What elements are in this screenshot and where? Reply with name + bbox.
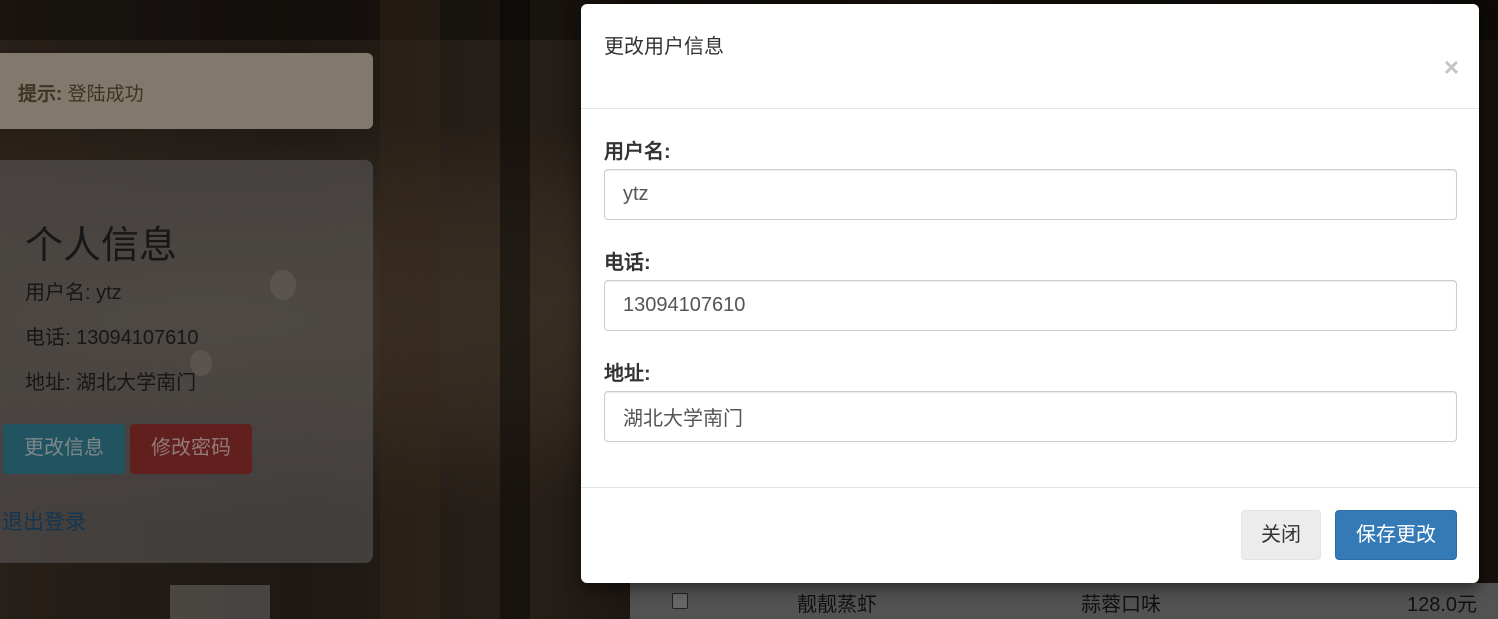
close-button[interactable]: 关闭: [1241, 510, 1321, 560]
phone-input[interactable]: [604, 280, 1457, 331]
address-label: 地址:: [604, 363, 651, 385]
username-label: 用户名:: [604, 141, 671, 163]
modal-title: 更改用户信息: [604, 36, 724, 58]
address-input[interactable]: [604, 391, 1457, 442]
save-changes-button[interactable]: 保存更改: [1335, 510, 1457, 560]
close-icon[interactable]: ×: [1444, 53, 1459, 81]
username-input[interactable]: [604, 169, 1457, 220]
edit-user-modal: 更改用户信息 × 用户名: 电话: 地址: 关闭 保存更改: [581, 4, 1479, 583]
phone-label: 电话:: [604, 252, 651, 274]
modal-header-divider: [581, 108, 1479, 109]
modal-footer-divider: [581, 487, 1479, 488]
